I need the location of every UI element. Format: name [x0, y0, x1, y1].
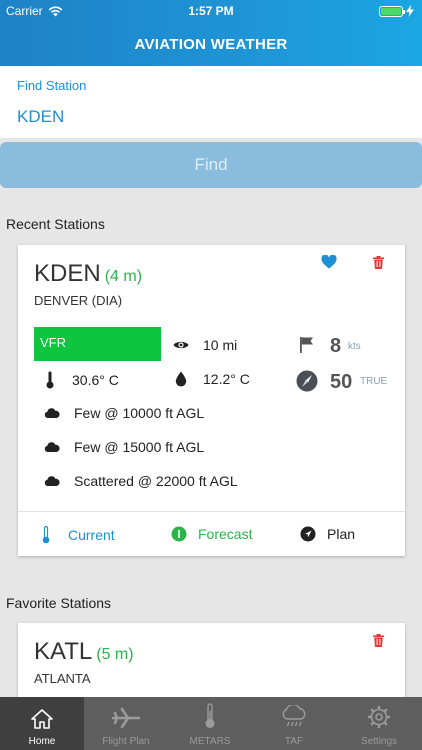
forecast-label: Forecast: [198, 526, 253, 542]
cloud-icon: [42, 408, 62, 418]
status-bar: Carrier 1:57 PM: [0, 0, 422, 22]
dewpoint-value: 12.2° C: [203, 371, 250, 387]
forecast-button[interactable]: Forecast: [171, 526, 252, 542]
find-button[interactable]: Find: [0, 142, 422, 188]
visibility-value: 10 mi: [203, 337, 238, 353]
tab-settings[interactable]: Settings: [336, 697, 422, 750]
find-station-panel: Find Station: [0, 66, 422, 138]
cloud-icon: [42, 442, 62, 452]
rain-cloud-icon: [282, 705, 306, 727]
navigation-arrow-icon: [300, 526, 316, 542]
tab-metars[interactable]: METARS: [168, 697, 252, 750]
status-time: 1:57 PM: [188, 4, 234, 18]
plan-button[interactable]: Plan: [300, 526, 355, 542]
cloud-layer-row: Few @ 10000 ft AGL: [42, 405, 204, 421]
home-icon: [31, 709, 53, 729]
cloud-layer-row: Few @ 15000 ft AGL: [42, 439, 204, 455]
station-id: KATL: [34, 638, 93, 665]
station-search-input[interactable]: [17, 107, 397, 127]
delete-trash-icon[interactable]: [373, 256, 384, 269]
thermometer-icon: [205, 703, 215, 728]
wind-speed-value: 8: [330, 335, 342, 357]
cloud-layer-text: Few @ 10000 ft AGL: [74, 405, 205, 421]
gear-icon: [368, 706, 390, 728]
battery-icon: [379, 5, 405, 17]
favorite-heart-icon[interactable]: [321, 255, 337, 269]
wind-speed-unit: kts: [348, 341, 361, 352]
cloud-layer-text: Few @ 15000 ft AGL: [74, 439, 205, 455]
find-station-label: Find Station: [17, 78, 87, 93]
charging-icon: [406, 5, 414, 17]
droplet-icon: [171, 371, 191, 387]
thermometer-icon: [42, 526, 50, 544]
station-city: DENVER (DIA): [34, 293, 123, 308]
delete-trash-icon[interactable]: [373, 634, 384, 647]
tab-home[interactable]: Home: [0, 697, 84, 750]
cloud-layer-text: Scattered @ 22000 ft AGL: [74, 473, 238, 489]
plan-label: Plan: [327, 526, 356, 542]
airplane-icon: [112, 707, 140, 729]
recent-station-card[interactable]: KDEN (4 m) DENVER (DIA) VFR 10 mi 30.6° C: [18, 245, 405, 556]
temperature-value: 30.6° C: [72, 372, 119, 388]
station-id: KDEN: [34, 260, 101, 287]
wind-direction-value: 50: [330, 371, 353, 393]
flag-icon: [300, 337, 313, 353]
cloud-icon: [42, 476, 62, 486]
tab-label: TAF: [284, 736, 304, 747]
tab-label: Settings: [360, 736, 398, 747]
tab-label: Flight Plan: [102, 736, 150, 747]
station-city: ATLANTA: [34, 671, 91, 686]
cloud-layer-row: Scattered @ 22000 ft AGL: [42, 473, 238, 489]
app-title: AVIATION WEATHER: [134, 36, 288, 53]
compass-icon: [296, 370, 318, 392]
visibility-row: 10 mi: [171, 337, 237, 353]
current-label: Current: [68, 527, 115, 543]
flight-category-badge: VFR: [34, 327, 161, 361]
app-header: Carrier 1:57 PM AVIATION WEATHER: [0, 0, 422, 66]
thermometer-icon: [40, 371, 60, 389]
station-age: (4 m): [104, 268, 143, 285]
recent-stations-title: Recent Stations: [6, 216, 105, 232]
forecast-icon: [171, 526, 187, 542]
tab-label: METARS: [189, 736, 231, 747]
temperature-row: 30.6° C: [40, 371, 119, 389]
tab-flight-plan[interactable]: Flight Plan: [84, 697, 168, 750]
dewpoint-row: 12.2° C: [171, 371, 250, 387]
wind-reference: TRUE: [360, 376, 388, 387]
tab-bar: Home Flight Plan METARS TAF Settings: [0, 697, 422, 750]
favorite-stations-title: Favorite Stations: [6, 595, 112, 611]
current-button[interactable]: Current: [42, 526, 115, 544]
tab-label: Home: [28, 736, 56, 747]
eye-icon: [171, 340, 191, 350]
tab-taf[interactable]: TAF: [252, 697, 336, 750]
card-divider: [18, 511, 405, 512]
station-age: (5 m): [96, 646, 134, 663]
